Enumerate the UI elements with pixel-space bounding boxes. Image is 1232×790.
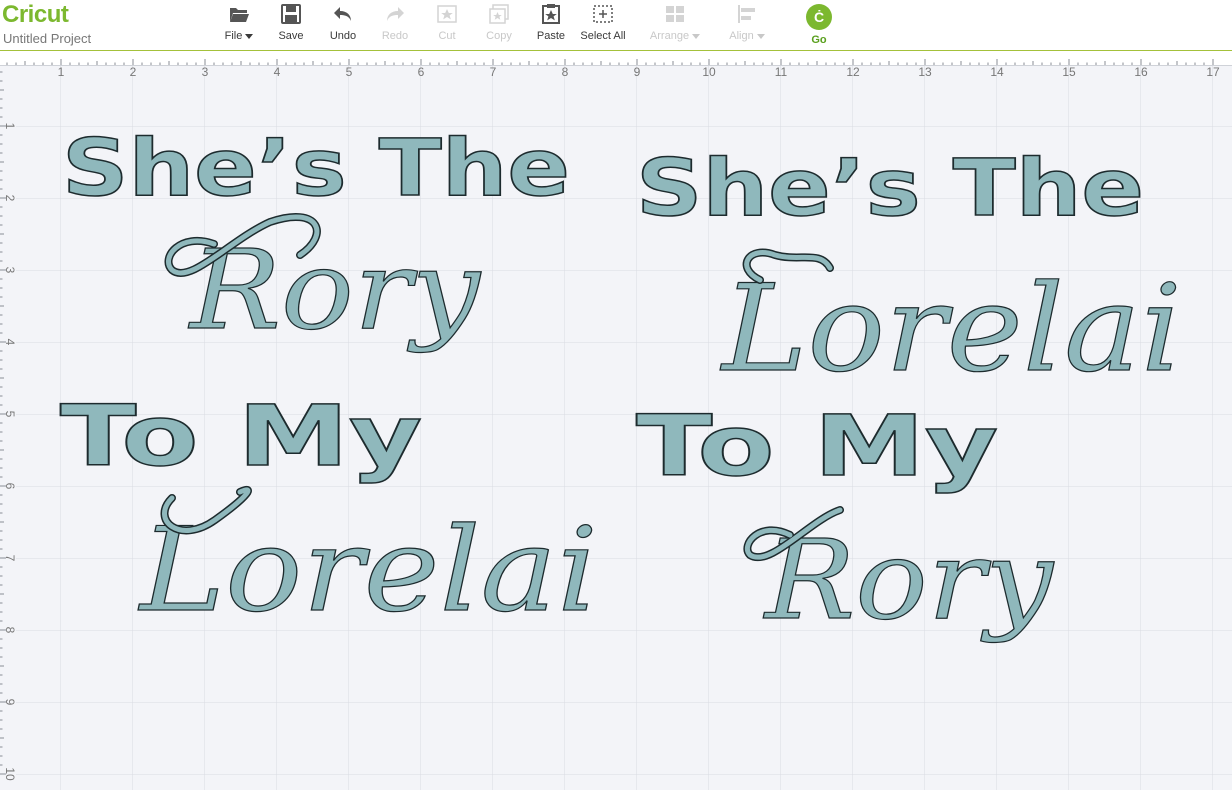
arrange-label: Arrange (649, 30, 690, 42)
chevron-down-icon (245, 33, 254, 39)
design-canvas[interactable]: 1 2 3 4 5 6 7 8 9 10 11 12 13 14 15 16 17 12345678910 Sh… (0, 51, 1232, 790)
ruler-number: 9 (3, 699, 17, 706)
ruler-number: 8 (562, 65, 569, 79)
cut-label: Cut (438, 30, 456, 42)
copy-icon (489, 4, 509, 24)
paste-button[interactable]: Paste (523, 4, 579, 46)
ruler-number: 15 (1062, 65, 1076, 79)
ruler-number: 7 (3, 555, 17, 562)
select-all-label: Select All (580, 30, 626, 42)
undo-button[interactable]: Undo (315, 4, 371, 46)
paste-label: Paste (536, 30, 566, 42)
ruler-number: 1 (3, 123, 17, 130)
save-label: Save (278, 30, 304, 42)
redo-label: Redo (381, 30, 409, 42)
cricut-logo: Cricut (2, 1, 69, 28)
chevron-down-icon (756, 33, 765, 39)
ruler-number: 10 (702, 65, 716, 79)
ruler-number: 3 (202, 65, 209, 79)
chevron-down-icon (692, 33, 701, 39)
right-script-name-text[interactable]: Lorelai (719, 259, 1182, 399)
save-icon (281, 4, 301, 24)
redo-button[interactable]: Redo (367, 4, 423, 46)
go-button[interactable]: Ċ Go (791, 4, 847, 46)
paste-icon (542, 4, 560, 24)
right-script-name-2-text[interactable]: Rory (762, 515, 1055, 644)
ruler-number: 4 (3, 339, 17, 346)
arrange-menu-button[interactable]: Arrange (647, 4, 703, 46)
ruler-number: 8 (3, 627, 17, 634)
select-all-button[interactable]: Select All (575, 4, 631, 46)
ruler-number: 5 (3, 411, 17, 418)
left-ruler-numbers: 1 2 3 4 5 6 7 8 9 10 (3, 123, 17, 781)
folder-icon (230, 8, 249, 22)
ruler-number: 13 (918, 65, 932, 79)
copy-label: Copy (486, 30, 512, 42)
ruler-number: 6 (3, 483, 17, 490)
undo-label: Undo (329, 30, 357, 42)
ruler-number: 11 (775, 65, 788, 79)
ruler-number: 12 (846, 65, 860, 79)
cut-icon (437, 5, 457, 23)
ruler-number: 14 (990, 65, 1004, 79)
right-subheading-text[interactable]: To My (635, 396, 999, 496)
ruler-number: 17 (1206, 65, 1220, 79)
ruler-number: 5 (346, 65, 353, 79)
ruler-number: 3 (3, 267, 17, 274)
undo-icon (334, 7, 351, 21)
cut-button[interactable]: Cut (419, 4, 475, 46)
ruler-number: 1 (58, 65, 65, 79)
ruler-number: 6 (418, 65, 425, 79)
copy-button[interactable]: Copy (471, 4, 527, 46)
ruler-number: 2 (3, 195, 17, 202)
project-title[interactable]: Untitled Project (3, 31, 91, 47)
arrange-icon (666, 6, 684, 22)
ruler-number: 4 (274, 65, 281, 79)
ruler-number: 2 (130, 65, 137, 79)
align-icon (738, 5, 755, 23)
left-heading-text[interactable]: She’s The (61, 123, 571, 215)
save-button[interactable]: Save (263, 4, 319, 46)
ruler-number: 7 (490, 65, 497, 79)
right-heading-text[interactable]: She’s The (635, 143, 1145, 235)
file-label: File (224, 30, 243, 42)
top-toolbar: Cricut Untitled Project File Save Undo R… (0, 0, 1232, 51)
left-subheading-text[interactable]: To My (59, 386, 423, 486)
ruler-number: 9 (634, 65, 641, 79)
align-menu-button[interactable]: Align (719, 4, 775, 46)
go-icon: Ċ (806, 4, 832, 30)
ruler-number: 16 (1134, 65, 1148, 79)
redo-icon (387, 7, 404, 21)
select-all-icon (593, 5, 613, 23)
ruler-number: 10 (3, 767, 17, 781)
go-label: Go (811, 34, 827, 46)
file-menu-button[interactable]: File (211, 4, 267, 46)
align-label: Align (729, 30, 754, 42)
